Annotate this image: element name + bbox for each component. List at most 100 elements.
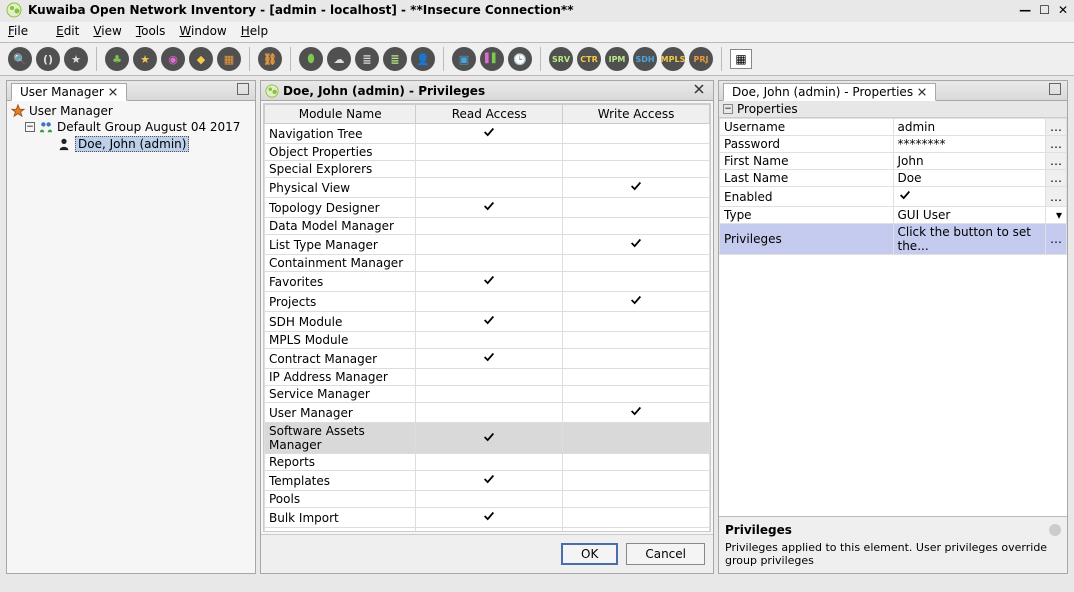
table-row[interactable]: Data Model Manager [265,218,710,235]
tool-calendar-icon[interactable]: ▦ [730,49,752,69]
write-checkbox[interactable] [563,255,710,272]
read-checkbox[interactable] [416,124,563,144]
tool-barchart-icon[interactable]: ▌▌ [480,47,504,71]
tool-report-icon[interactable]: ≣ [383,47,407,71]
table-row[interactable]: Bulk Import [265,508,710,528]
read-checkbox[interactable] [416,144,563,161]
col-read[interactable]: Read Access [416,105,563,124]
table-row[interactable]: Physical View [265,178,710,198]
write-checkbox[interactable] [563,403,710,423]
tool-ipm-icon[interactable]: IPM [605,47,629,71]
write-checkbox[interactable] [563,454,710,471]
read-checkbox[interactable] [416,528,563,533]
dialog-close-button[interactable] [689,83,709,98]
write-checkbox[interactable] [563,312,710,332]
table-row[interactable]: User Manager [265,403,710,423]
read-checkbox[interactable] [416,272,563,292]
tool-chart-icon[interactable]: ◉ [161,47,185,71]
table-row[interactable]: MPLS Module [265,332,710,349]
table-row[interactable]: IP Address Manager [265,369,710,386]
table-row[interactable]: Contract Manager [265,349,710,369]
write-checkbox[interactable] [563,528,710,533]
close-icon[interactable] [917,87,927,97]
write-checkbox[interactable] [563,292,710,312]
tree-group[interactable]: − Default Group August 04 2017 [11,119,251,135]
table-row[interactable]: Topology Designer [265,198,710,218]
window-maximize-button[interactable]: ☐ [1039,3,1050,17]
edit-button[interactable]: … [1046,187,1067,207]
edit-button[interactable]: … [1046,153,1067,170]
prop-lastname[interactable]: Last NameDoe… [720,170,1067,187]
tree-user-row[interactable]: Doe, John (admin) [11,135,251,153]
tool-tree-icon[interactable]: ♣ [105,47,129,71]
write-checkbox[interactable] [563,124,710,144]
tool-prj-icon[interactable]: PRJ [689,47,713,71]
tool-user-icon[interactable]: 👤 [411,47,435,71]
read-checkbox[interactable] [416,471,563,491]
tool-favorite-icon[interactable]: ★ [64,47,88,71]
prop-type[interactable]: TypeGUI User▾ [720,207,1067,224]
menu-help[interactable]: Help [241,24,268,38]
table-row[interactable]: Templates [265,471,710,491]
write-checkbox[interactable] [563,144,710,161]
table-row[interactable]: List Type Manager [265,235,710,255]
tool-srv-icon[interactable]: SRV [549,47,573,71]
write-checkbox[interactable] [563,332,710,349]
prop-username[interactable]: Usernameadmin… [720,119,1067,136]
read-checkbox[interactable] [416,423,563,454]
panel-minimize-icon[interactable] [1047,83,1063,98]
window-close-button[interactable]: ✕ [1058,3,1068,17]
window-minimize-button[interactable]: — [1019,3,1031,17]
user-manager-tab[interactable]: User Manager [11,83,127,101]
menu-view[interactable]: View [93,24,121,38]
read-checkbox[interactable] [416,178,563,198]
tool-diamond-icon[interactable]: ◆ [189,47,213,71]
table-row[interactable]: Pools [265,491,710,508]
menu-file[interactable]: File [8,24,42,38]
read-checkbox[interactable] [416,332,563,349]
prop-privileges[interactable]: PrivilegesClick the button to set the...… [720,224,1067,255]
write-checkbox[interactable] [563,349,710,369]
tool-sdh-icon[interactable]: SDH [633,47,657,71]
tree-collapse-icon[interactable]: − [25,122,35,132]
edit-button[interactable]: … [1046,170,1067,187]
write-checkbox[interactable] [563,235,710,255]
table-row[interactable]: Projects [265,292,710,312]
edit-button[interactable]: … [1046,224,1067,255]
table-row[interactable]: Navigation Tree [265,124,710,144]
check-icon[interactable] [898,188,912,202]
close-icon[interactable] [108,87,118,97]
table-row[interactable]: Audit Trail [265,528,710,533]
section-collapse-icon[interactable]: − [723,104,733,114]
write-checkbox[interactable] [563,218,710,235]
tool-list-icon[interactable]: ≣ [355,47,379,71]
read-checkbox[interactable] [416,292,563,312]
menu-tools[interactable]: Tools [136,24,166,38]
tool-chip-icon[interactable]: ▣ [452,47,476,71]
table-row[interactable]: Special Explorers [265,161,710,178]
tool-mpls-icon[interactable]: MPLS [661,47,685,71]
ok-button[interactable]: OK [561,543,618,565]
read-checkbox[interactable] [416,349,563,369]
col-write[interactable]: Write Access [563,105,710,124]
tool-clock-icon[interactable]: 🕒 [508,47,532,71]
cancel-button[interactable]: Cancel [626,543,705,565]
write-checkbox[interactable] [563,272,710,292]
prop-firstname[interactable]: First NameJohn… [720,153,1067,170]
prop-enabled[interactable]: Enabled… [720,187,1067,207]
tool-star-icon[interactable]: ★ [133,47,157,71]
table-row[interactable]: SDH Module [265,312,710,332]
read-checkbox[interactable] [416,386,563,403]
read-checkbox[interactable] [416,218,563,235]
menu-edit[interactable]: Edit [56,24,79,38]
menu-window[interactable]: Window [179,24,226,38]
read-checkbox[interactable] [416,255,563,272]
edit-button[interactable]: … [1046,119,1067,136]
write-checkbox[interactable] [563,178,710,198]
read-checkbox[interactable] [416,454,563,471]
edit-button[interactable]: … [1046,136,1067,153]
table-row[interactable]: Favorites [265,272,710,292]
write-checkbox[interactable] [563,198,710,218]
tool-search-icon[interactable]: 🔍 [8,47,32,71]
tool-grid-icon[interactable]: ▦ [217,47,241,71]
